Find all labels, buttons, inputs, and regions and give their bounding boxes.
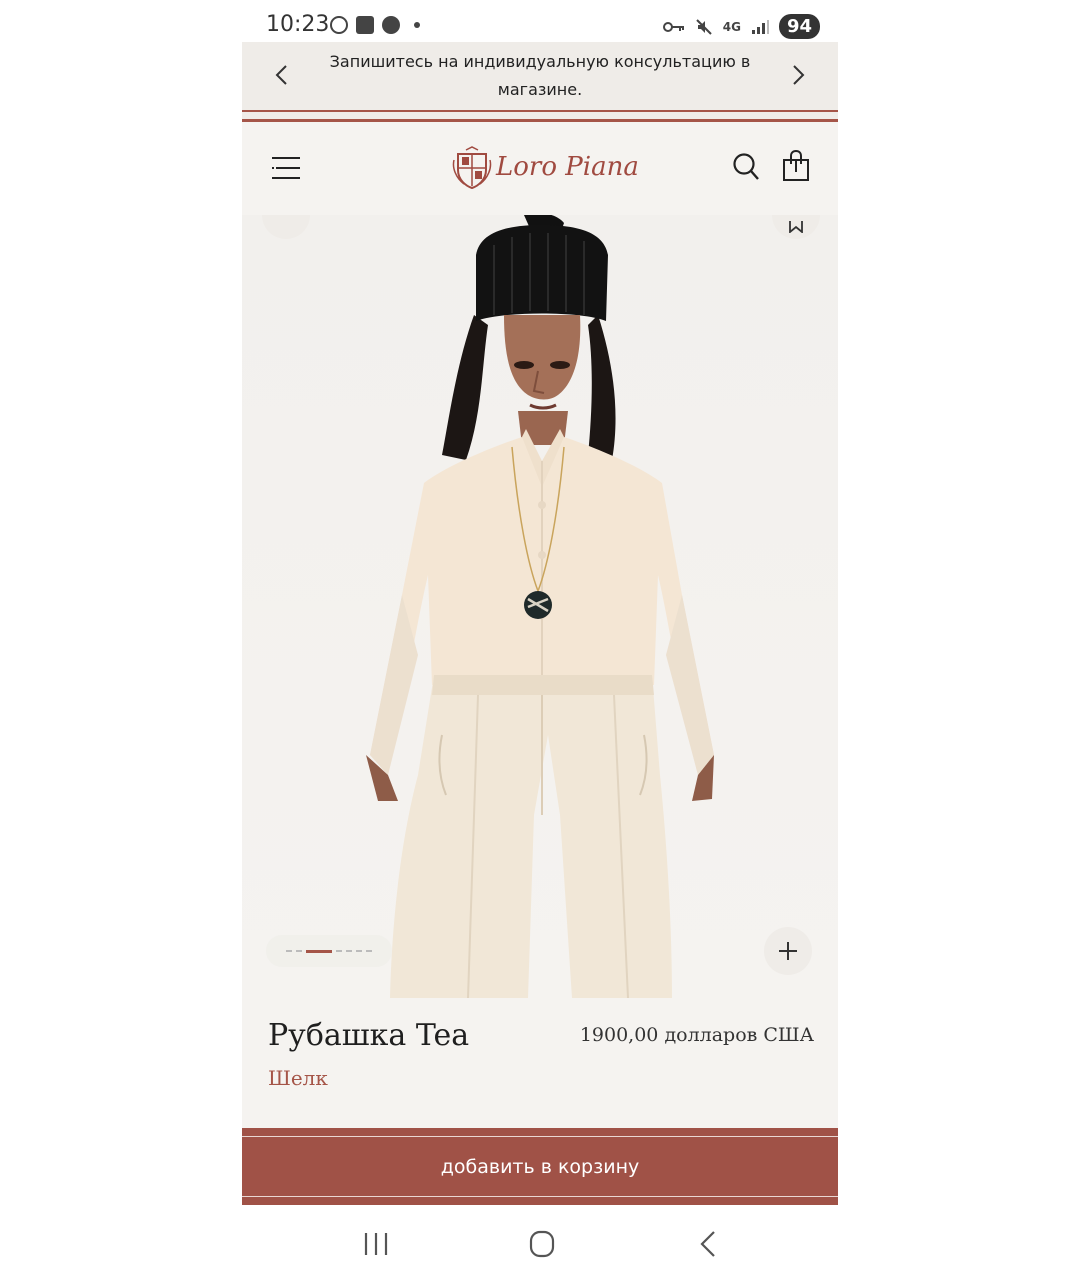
status-time: 10:23 [266,12,330,37]
signal-icon [751,19,769,34]
sync-icon [330,16,348,34]
search-button[interactable] [732,152,760,182]
pager-dot[interactable] [356,950,362,952]
back-button[interactable] [690,1229,730,1259]
network-type: 4G [722,19,741,34]
pager-dot[interactable] [286,950,292,952]
chevron-left-icon [275,65,287,85]
status-bar: 10:23 4G 94 [242,0,838,42]
system-icons: 4G 94 [662,14,820,39]
crest-icon [452,146,492,190]
promo-next-button[interactable] [784,60,814,90]
hamburger-menu-icon [272,157,300,179]
pager-dot[interactable] [296,950,302,952]
site-header: Loro Piana [242,122,838,215]
system-nav-bar [242,1205,838,1280]
shopping-bag-icon [783,149,809,181]
logo-wordmark: Loro Piana [496,152,639,182]
home-icon [529,1230,555,1258]
vpn-key-icon [662,21,684,32]
pager-dot-active[interactable] [306,949,332,953]
image-pager[interactable] [266,935,392,967]
shopping-bag-button[interactable] [782,149,810,182]
notification-icons [330,16,420,34]
add-to-cart-button[interactable]: добавить в корзину [242,1128,838,1205]
recent-apps-button[interactable] [356,1229,396,1259]
model-photo [366,215,714,998]
mute-icon [696,18,712,35]
product-info: Рубашка Tea Шелк 1900,00 долларов США [242,998,838,1128]
alert-icon [382,16,400,34]
battery-level: 94 [778,14,820,39]
recent-apps-icon [364,1233,388,1255]
product-title: Рубашка Tea [268,1018,470,1053]
pager-dot[interactable] [336,950,342,952]
menu-button[interactable] [270,152,302,184]
chevron-right-icon [793,65,805,85]
phone-screen: 10:23 4G 94 Запишитесь на индивидуальную… [242,0,838,1280]
brand-logo[interactable]: Loro Piana [452,144,639,194]
add-to-cart-label: добавить в корзину [440,1155,640,1178]
product-price: 1900,00 долларов США [579,1024,814,1046]
promo-text[interactable]: Запишитесь на индивидуальную консультаци… [305,48,775,104]
product-material: Шелк [268,1066,328,1090]
plus-icon [779,942,797,960]
pager-dot[interactable] [346,950,352,952]
checkbox-notification-icon [356,16,374,34]
promo-prev-button[interactable] [266,60,296,90]
product-image-gallery[interactable] [242,215,838,998]
search-icon [733,153,759,180]
more-notifications-icon [414,22,420,28]
promo-banner[interactable]: Запишитесь на индивидуальную консультаци… [242,42,838,110]
zoom-button[interactable] [764,927,812,975]
home-button[interactable] [522,1229,562,1259]
back-icon [700,1231,715,1257]
pager-dot[interactable] [366,950,372,952]
decorative-stripes [242,110,838,122]
